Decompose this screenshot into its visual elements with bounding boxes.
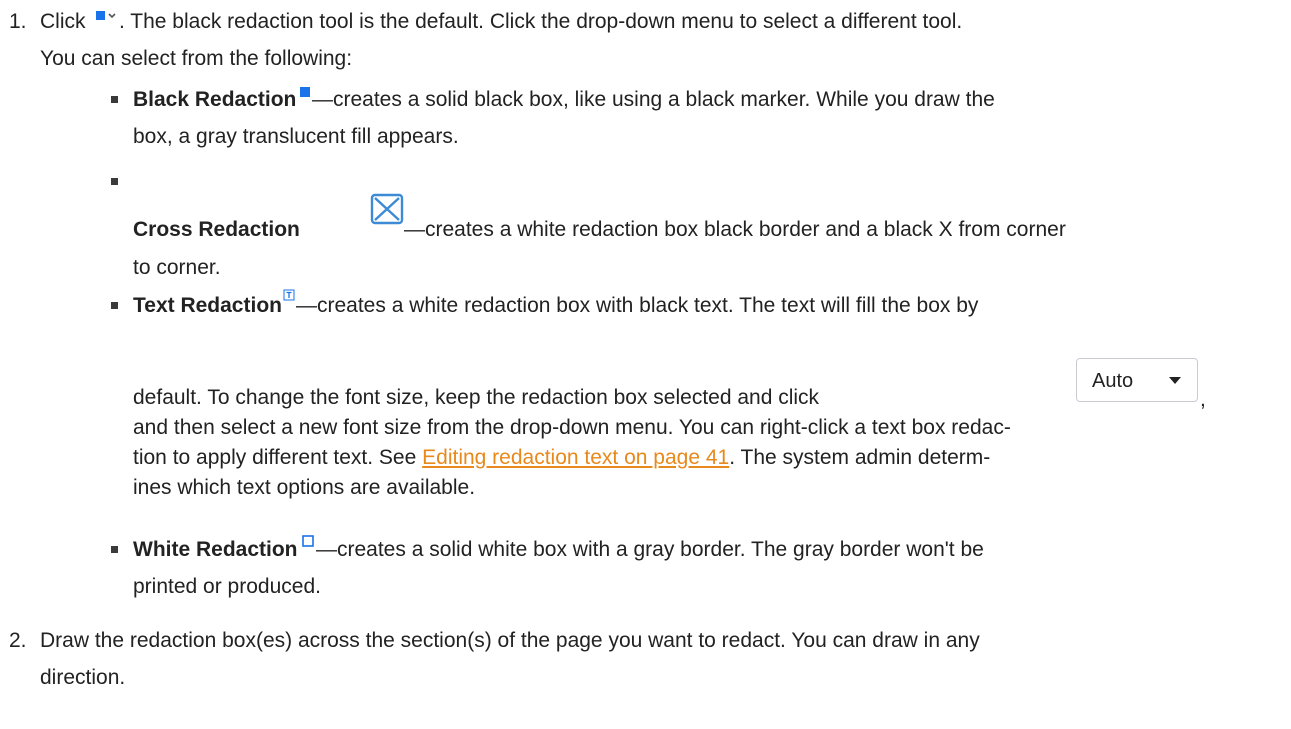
white-redaction-icon xyxy=(302,534,314,547)
cross-redaction-title: Cross Redaction xyxy=(133,218,300,241)
editing-redaction-text-link[interactable]: Editing redaction text on page 41 xyxy=(422,446,729,469)
white-redaction-text: —creates a solid white box with a gray b… xyxy=(316,538,984,561)
black-redaction-text-line-2: box, a gray translucent fill appears. xyxy=(133,125,459,148)
text-redaction-text-line-2: default. To change the font size, keep t… xyxy=(133,386,820,409)
black-redaction-dropdown-icon xyxy=(95,10,119,24)
bullet-marker xyxy=(111,302,118,309)
text-redaction-icon xyxy=(283,288,295,301)
black-redaction-icon xyxy=(299,85,311,97)
text-redaction-line-4-start: tion to apply different text. See xyxy=(133,446,423,469)
black-redaction-text: —creates a solid black box, like using a… xyxy=(312,88,995,111)
font-size-select-value: Auto xyxy=(1092,370,1134,392)
text-redaction-text: —creates a white redaction box with blac… xyxy=(296,294,979,317)
white-redaction-text-line-2: printed or produced. xyxy=(133,575,321,598)
text-redaction-comma: , xyxy=(1200,388,1206,411)
document-page: 1. Click . The black redaction tool is t… xyxy=(0,0,1291,729)
text-redaction-line-4-end: . The system admin determ- xyxy=(729,446,991,469)
bullet-marker xyxy=(111,546,118,553)
font-size-select[interactable]: Auto xyxy=(1076,358,1198,402)
step-2-number: 2. xyxy=(9,629,27,652)
step-2-text: Draw the redaction box(es) across the se… xyxy=(40,629,980,652)
step-2-text-line-2: direction. xyxy=(40,666,126,689)
text-redaction-text-line-5: ines which text options are available. xyxy=(133,476,476,499)
text-redaction-title: Text Redaction xyxy=(133,294,282,317)
step-1-number: 1. xyxy=(9,10,27,33)
white-redaction-title: White Redaction xyxy=(133,538,298,561)
cross-redaction-text: —creates a white redaction box black bor… xyxy=(404,218,1066,241)
text-redaction-text-line-4: tion to apply different text. See Editin… xyxy=(133,445,990,471)
bullet-marker xyxy=(111,178,118,185)
text-redaction-text-line-3: and then select a new font size from the… xyxy=(133,416,1011,439)
black-redaction-title: Black Redaction xyxy=(133,88,297,111)
cross-redaction-icon xyxy=(370,193,406,225)
bullet-marker xyxy=(111,96,118,103)
step-1-click-text: Click xyxy=(40,10,86,33)
step-1-text-line-2: You can select from the following: xyxy=(40,47,353,70)
step-1-text: . The black redaction tool is the defaul… xyxy=(119,10,963,33)
chevron-down-icon xyxy=(1169,377,1181,384)
cross-redaction-text-line-2: to corner. xyxy=(133,256,221,279)
